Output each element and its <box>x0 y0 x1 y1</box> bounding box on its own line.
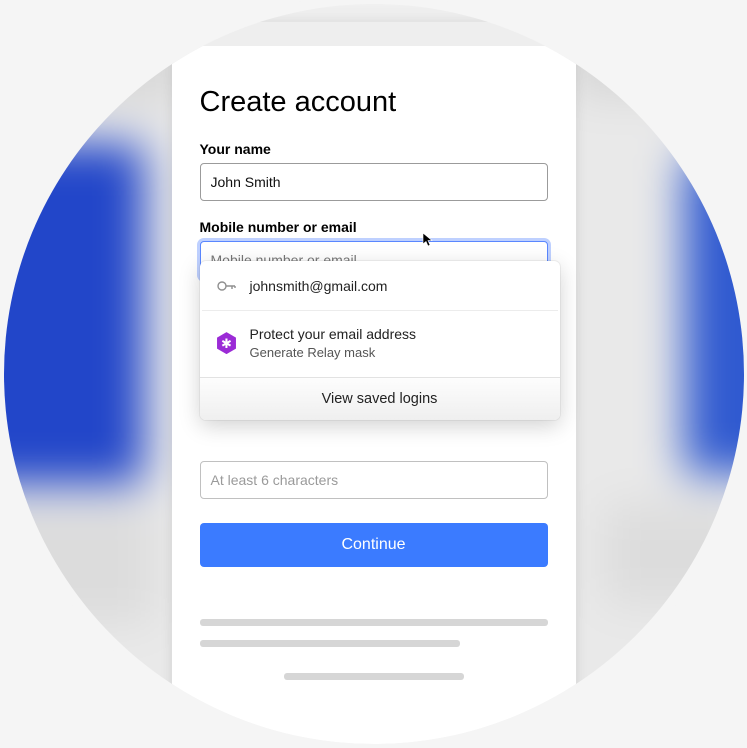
autofill-suggestion[interactable]: johnsmith@gmail.com <box>202 263 558 310</box>
name-input[interactable] <box>200 163 548 201</box>
name-label: Your name <box>200 141 548 157</box>
contact-label: Mobile number or email <box>200 219 548 235</box>
relay-line2: Generate Relay mask <box>250 344 417 362</box>
placeholder-line <box>200 619 548 626</box>
placeholder-line <box>284 673 464 680</box>
relay-icon: ✱ <box>216 332 238 354</box>
contact-field: Mobile number or email <box>200 219 548 279</box>
autofill-email: johnsmith@gmail.com <box>250 277 388 296</box>
panel-topbar <box>172 22 576 46</box>
footer-text-placeholder <box>200 619 548 680</box>
relay-text: Protect your email address Generate Rela… <box>250 325 417 361</box>
relay-mask-option[interactable]: ✱ Protect your email address Generate Re… <box>202 310 558 375</box>
signup-panel: Create account Your name Mobile number o… <box>172 22 576 744</box>
key-icon <box>216 279 238 293</box>
name-field: Your name <box>200 141 548 201</box>
viewport: Create account Your name Mobile number o… <box>0 0 747 748</box>
continue-button[interactable]: Continue <box>200 523 548 567</box>
placeholder-line <box>200 640 460 647</box>
autofill-popup: johnsmith@gmail.com ✱ Protect your email… <box>200 261 560 420</box>
circle-mask: Create account Your name Mobile number o… <box>4 4 744 744</box>
password-placeholder: At least 6 characters <box>211 472 339 488</box>
view-saved-logins-button[interactable]: View saved logins <box>200 377 560 420</box>
relay-line1: Protect your email address <box>250 325 417 344</box>
page-title: Create account <box>200 86 548 119</box>
password-input[interactable]: At least 6 characters <box>200 461 548 499</box>
